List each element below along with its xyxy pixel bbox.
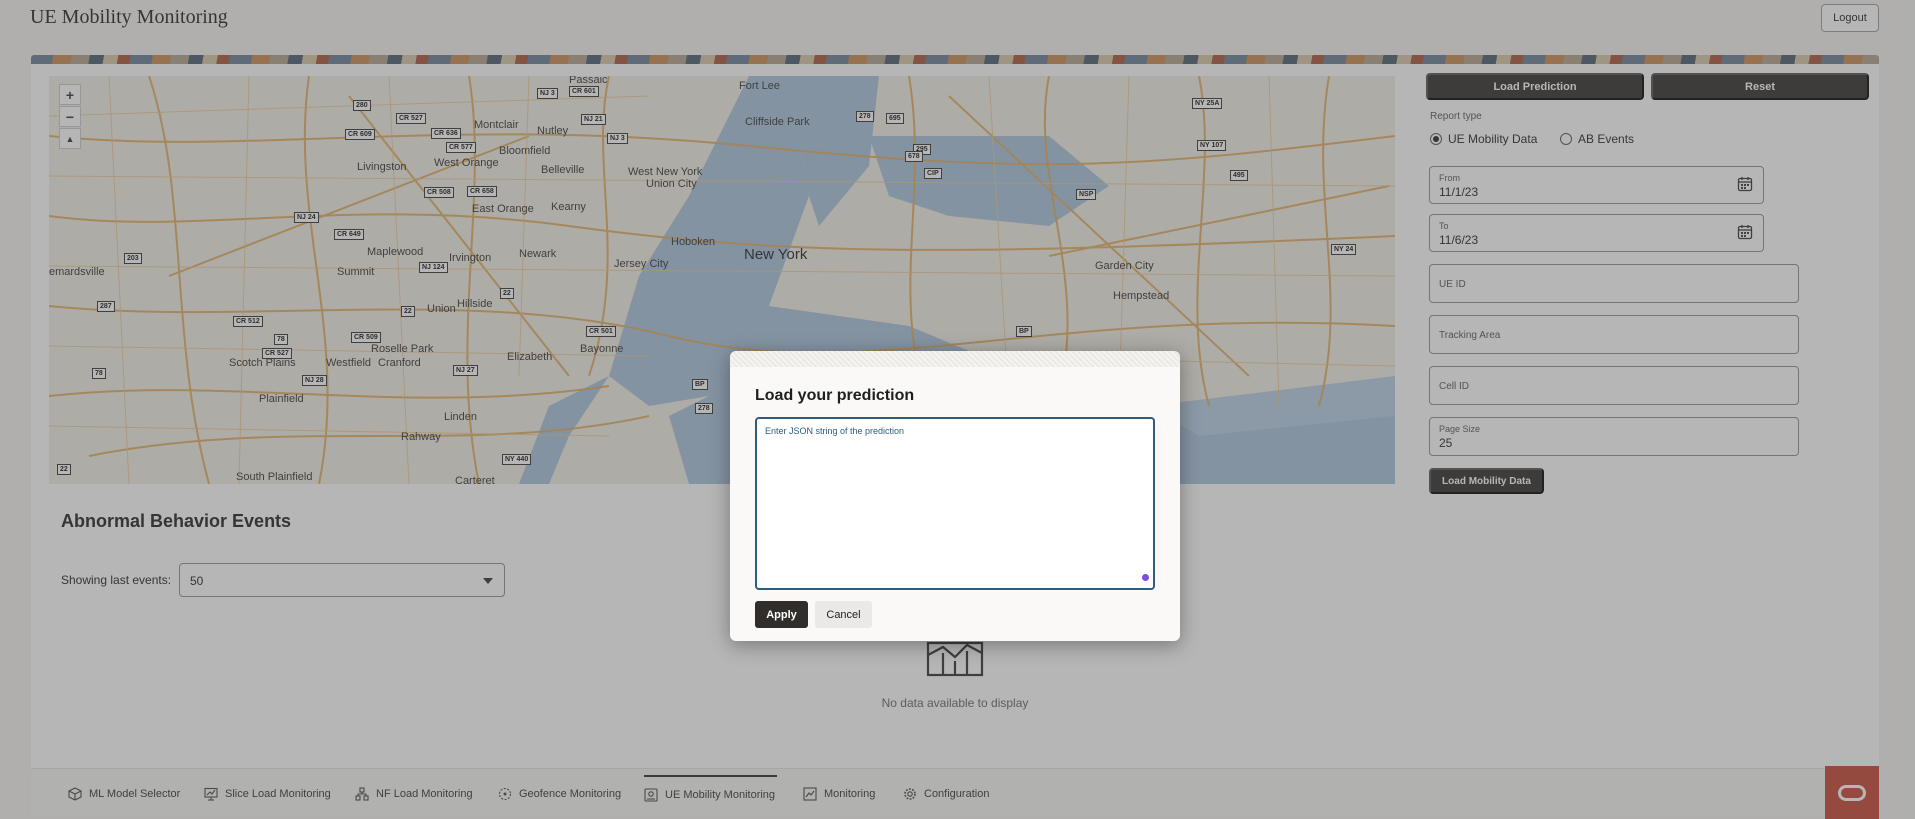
resize-handle-icon[interactable] [1142,574,1149,581]
cancel-button[interactable]: Cancel [815,601,872,628]
dialog-title: Load your prediction [755,387,915,404]
apply-button[interactable]: Apply [755,601,808,628]
load-prediction-dialog: Load your prediction Apply Cancel [730,351,1180,641]
dialog-header-pattern [730,351,1180,367]
prediction-json-textarea[interactable] [755,417,1155,590]
